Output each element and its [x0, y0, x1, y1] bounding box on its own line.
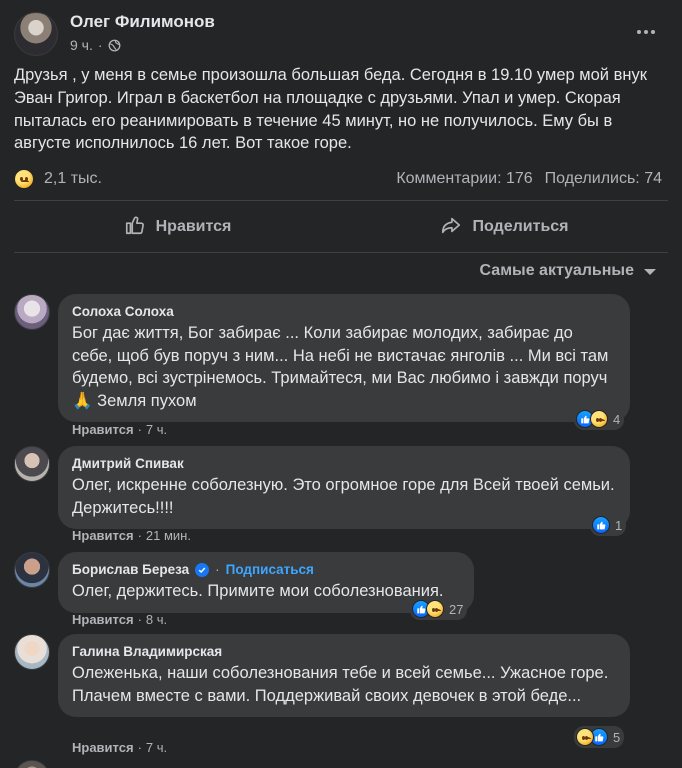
commenter-name[interactable]: Дмитрий Спивак — [72, 456, 616, 471]
comment-bubble: Солоха Солоха Бог дає життя, Бог забирає… — [58, 294, 630, 423]
comment-reaction-count: 5 — [613, 729, 621, 745]
comment-text: Бог дає життя, Бог забирає ... Коли заби… — [72, 324, 609, 410]
reaction-count[interactable]: 2,1 тыс. — [44, 170, 102, 188]
like-button[interactable]: Нравится — [14, 208, 341, 246]
comment-bubble: Дмитрий Спивак Олег, искренне соболезную… — [58, 446, 630, 530]
commenter-name-text[interactable]: Борислав Береза — [72, 562, 189, 577]
reactions-row: 2,1 тыс. Комментарии: 176 Поделились: 74 — [14, 166, 662, 192]
comment-reaction-count: 27 — [449, 601, 464, 617]
author-avatar[interactable] — [14, 12, 58, 56]
post-header: Олег Филимонов 9 ч. · — [14, 12, 668, 60]
sad-reaction-icon — [426, 600, 444, 618]
avatar[interactable] — [14, 760, 50, 768]
caret-down-icon — [644, 269, 656, 275]
comment-reactions[interactable]: 27 — [410, 598, 468, 620]
sort-label: Самые актуальные — [479, 262, 634, 279]
share-icon — [440, 214, 462, 241]
subscribe-link[interactable]: Подписаться — [226, 562, 314, 577]
avatar[interactable] — [14, 294, 50, 330]
commenter-name-text[interactable]: Солоха Солоха — [72, 304, 174, 319]
comment-reactions[interactable]: 5 — [574, 726, 625, 748]
comment-like-link[interactable]: Нравится — [72, 528, 134, 543]
comment-like-link[interactable]: Нравится — [72, 612, 134, 627]
divider — [14, 252, 668, 253]
comment-text: Олеженька, наши соболезнования тебе и вс… — [72, 664, 609, 705]
comment-time[interactable]: 8 ч. — [146, 612, 167, 627]
dot-separator: · — [137, 528, 142, 543]
comment-like-link[interactable]: Нравится — [72, 422, 134, 437]
like-button-label: Нравится — [155, 218, 232, 235]
share-button-label: Поделиться — [472, 218, 569, 235]
commenter-name-text[interactable]: Галина Владимирская — [72, 644, 222, 659]
more-icon[interactable] — [632, 20, 660, 44]
dot-separator: · — [137, 612, 142, 627]
comment-time[interactable]: 7 ч. — [146, 740, 167, 755]
shares-count[interactable]: Поделились: 74 — [545, 170, 662, 188]
sad-reaction-icon — [590, 410, 608, 428]
comment-time[interactable]: 21 мин. — [146, 528, 191, 543]
commenter-name[interactable]: Солоха Солоха — [72, 304, 616, 319]
dot-separator: · — [215, 562, 220, 577]
author-name[interactable]: Олег Филимонов — [70, 12, 215, 32]
post-stats: Комментарии: 176 Поделились: 74 — [396, 170, 662, 188]
post-meta: 9 ч. · — [70, 37, 121, 53]
like-reaction-icon — [592, 516, 610, 534]
dot-separator: · — [137, 740, 142, 755]
thumbs-up-icon — [124, 214, 146, 241]
globe-icon — [108, 39, 121, 52]
commenter-name-text[interactable]: Дмитрий Спивак — [72, 456, 184, 471]
avatar[interactable] — [14, 634, 50, 670]
comment-bubble: Галина Владимирская Олеженька, наши собо… — [58, 634, 630, 718]
verified-icon — [195, 562, 210, 577]
comment-reaction-count: 1 — [615, 517, 623, 533]
share-button[interactable]: Поделиться — [341, 208, 668, 246]
comments-count[interactable]: Комментарии: 176 — [396, 170, 532, 188]
action-bar: Нравится Поделиться — [14, 208, 668, 246]
commenter-name[interactable]: Галина Владимирская — [72, 644, 616, 659]
comment-reactions[interactable]: 4 — [574, 408, 625, 430]
comment-text: Олег, держитесь. Примите мои соболезнова… — [72, 582, 444, 600]
commenter-name: Борислав Береза · Подписаться — [72, 562, 460, 577]
comment-meta: Нравится · 21 мин. — [72, 528, 191, 543]
post-text: Друзья , у меня в семье произошла больша… — [14, 66, 647, 153]
comment-like-link[interactable]: Нравится — [72, 740, 134, 755]
avatar[interactable] — [14, 446, 50, 482]
avatar[interactable] — [14, 552, 50, 588]
comment-reactions[interactable]: 1 — [590, 514, 627, 536]
comment-meta: Нравится · 8 ч. — [72, 612, 167, 627]
sort-dropdown[interactable]: Самые актуальные — [480, 262, 656, 280]
dot-separator: · — [97, 37, 103, 53]
post-time[interactable]: 9 ч. — [70, 37, 93, 53]
comment-time[interactable]: 7 ч. — [146, 422, 167, 437]
sad-reaction-icon[interactable] — [14, 169, 34, 189]
comment-meta: Нравится · 7 ч. — [72, 740, 167, 755]
comment-reaction-count: 4 — [613, 411, 621, 427]
comment-text: Олег, искренне соболезную. Это огромное … — [72, 476, 615, 517]
comment-meta: Нравится · 7 ч. — [72, 422, 167, 437]
divider — [14, 200, 668, 201]
sad-reaction-icon — [576, 728, 594, 746]
dot-separator: · — [137, 422, 142, 437]
